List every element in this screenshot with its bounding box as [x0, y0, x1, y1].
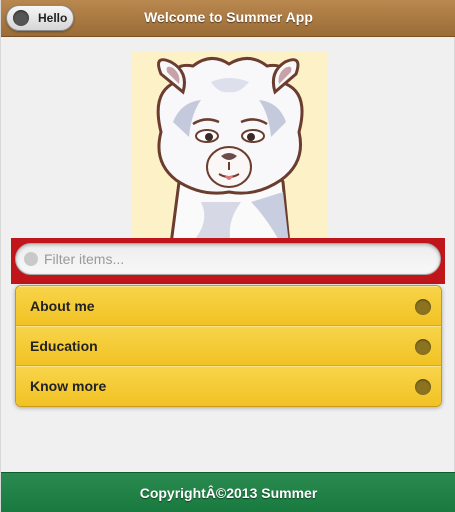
arrow-right-icon [415, 379, 431, 395]
filter-input[interactable]: Filter items... [15, 243, 441, 275]
app-screen: Hello Welcome to Summer App Filter items… [0, 0, 455, 512]
menu-list: About me Education Know more [15, 285, 442, 407]
arrow-right-icon [415, 339, 431, 355]
header-bar: Hello Welcome to Summer App [1, 0, 455, 37]
list-item-label: About me [30, 298, 95, 314]
footer-bar: CopyrightÂ©2013 Summer [1, 472, 455, 512]
list-item-label: Education [30, 338, 98, 354]
page-title: Welcome to Summer App [144, 9, 313, 25]
alpaca-image [131, 52, 328, 244]
copyright-text: CopyrightÂ©2013 Summer [139, 485, 318, 501]
alpaca-illustration-icon [131, 52, 328, 244]
list-item-know-more[interactable]: Know more [16, 366, 441, 406]
filter-placeholder: Filter items... [44, 251, 125, 267]
arrow-right-icon [415, 299, 431, 315]
search-icon [24, 252, 38, 266]
list-item-label: Know more [30, 378, 107, 394]
list-item-education[interactable]: Education [16, 326, 441, 366]
list-item-about-me[interactable]: About me [16, 286, 441, 326]
filter-bar: Filter items... [11, 238, 445, 284]
